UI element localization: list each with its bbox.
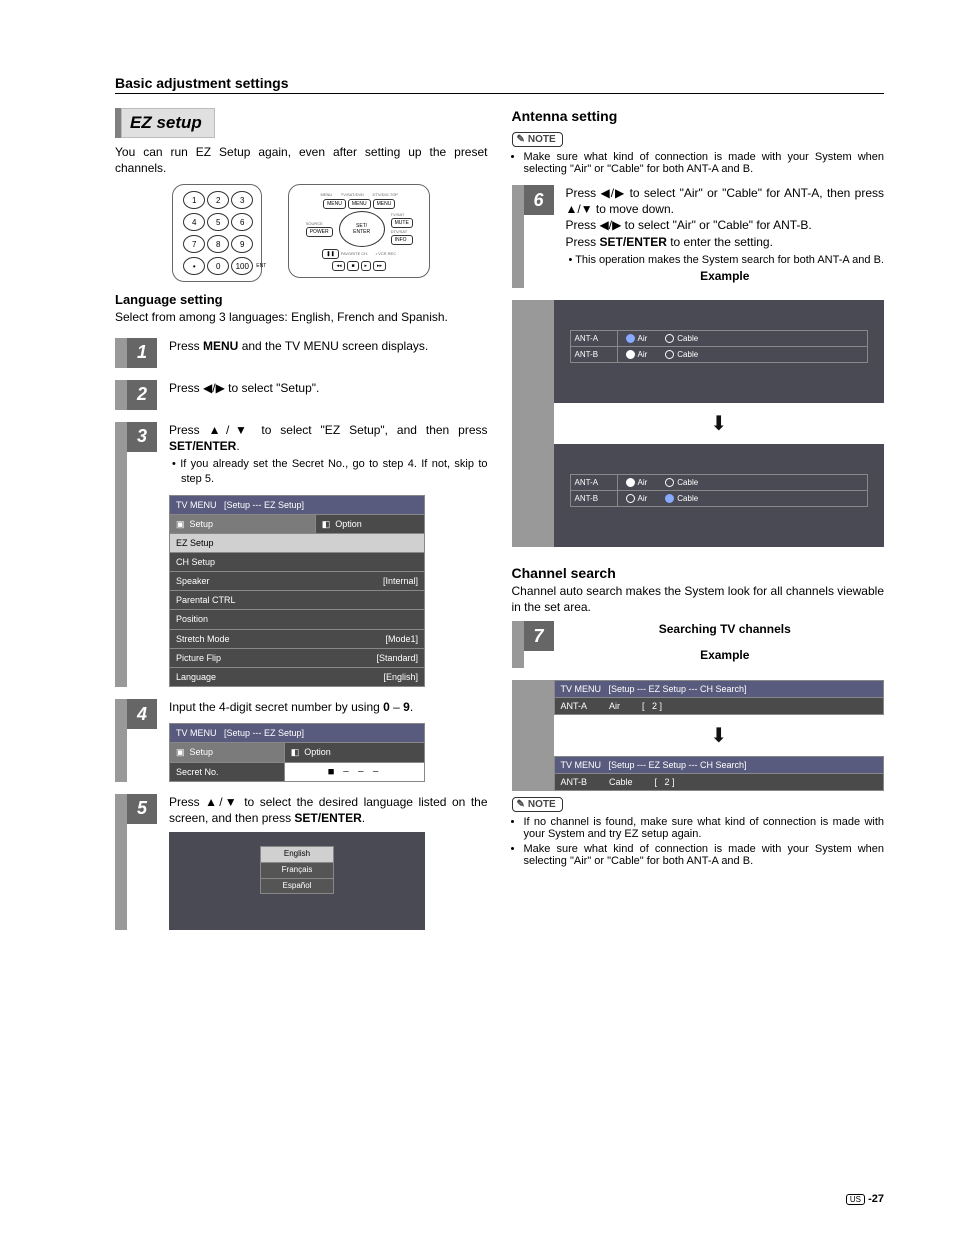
step-tail — [115, 338, 127, 368]
antenna-example-block: ANT-A AirCable ANT-B AirCable ⬇ ANT-A Ai… — [512, 300, 885, 547]
step-number: 1 — [127, 338, 157, 368]
page-number: US -27 — [846, 1193, 884, 1205]
key-3: 3 — [231, 191, 253, 209]
ez-setup-title: EZ setup — [121, 108, 215, 138]
ez-setup-intro: You can run EZ Setup again, even after s… — [115, 144, 488, 176]
step-3: 3 Press ▲/▼ to select "EZ Setup", and th… — [115, 422, 488, 687]
key-0: 0 — [207, 257, 229, 275]
key-6: 6 — [231, 213, 253, 231]
step-7: 7 Searching TV channels Example — [512, 621, 885, 667]
key-8: 8 — [207, 235, 229, 253]
key-4: 4 — [183, 213, 205, 231]
key-9: 9 — [231, 235, 253, 253]
channel-example-block: TV MENU [Setup --- EZ Setup --- CH Searc… — [512, 680, 885, 791]
language-setting-heading: Language setting — [115, 292, 488, 307]
step-5: 5 Press ▲/▼ to select the desired langua… — [115, 794, 488, 931]
key-2: 2 — [207, 191, 229, 209]
language-setting-para: Select from among 3 languages: English, … — [115, 309, 488, 325]
key-1: 1 — [183, 191, 205, 209]
radio-off-icon — [665, 334, 674, 343]
step-body: Press MENU and the TV MENU screen displa… — [169, 338, 488, 354]
step-6: 6 Press ◀/▶ to select "Air" or "Cable" f… — [512, 185, 885, 288]
key-dot: • — [183, 257, 205, 275]
tv-menu-table-step3: TV MENU [Setup --- EZ Setup] ▣ Setup◧ Op… — [169, 495, 425, 687]
left-column: EZ setup You can run EZ Setup again, eve… — [115, 108, 488, 930]
ant-b-row: ANT-B AirCable — [570, 346, 869, 363]
step-2: 2 Press ◀/▶ to select "Setup". — [115, 380, 488, 410]
antenna-panel-top: ANT-A AirCable ANT-B AirCable — [554, 300, 885, 403]
antenna-panel-bottom: ANT-A AirCable ANT-B AirCable — [554, 444, 885, 547]
antenna-heading: Antenna setting — [512, 108, 885, 124]
lang-francais: Français — [260, 862, 334, 879]
down-arrow-icon: ⬇ — [554, 411, 885, 436]
step-4: 4 Input the 4-digit secret number by usi… — [115, 699, 488, 782]
pause-icon: ❚❚ — [322, 249, 338, 259]
note-badge-2: NOTE — [512, 797, 563, 812]
step-1: 1 Press MENU and the TV MENU screen disp… — [115, 338, 488, 368]
example-label: Example — [566, 268, 885, 284]
down-arrow-icon: ⬇ — [554, 723, 885, 748]
channel-search-intro: Channel auto search makes the System loo… — [512, 583, 885, 615]
tv-menu-table-step4: TV MENU [Setup --- EZ Setup] ▣ Setup◧ Op… — [169, 723, 425, 781]
ant-a-row: ANT-A AirCable — [570, 330, 869, 347]
antenna-note: Make sure what kind of connection is mad… — [512, 151, 885, 175]
radio-on-icon — [626, 334, 635, 343]
keypad-diagram: 1 2 3 4 5 6 7 8 9 • 0 100ENT — [172, 184, 262, 282]
lang-espanol: Español — [260, 878, 334, 895]
searching-tv-heading: Searching TV channels — [566, 621, 885, 637]
lang-english: English — [260, 846, 334, 863]
region-badge: US — [846, 1194, 865, 1205]
two-columns: EZ setup You can run EZ Setup again, eve… — [115, 108, 884, 930]
channel-notes: If no channel is found, make sure what k… — [512, 816, 885, 867]
right-column: Antenna setting NOTE Make sure what kind… — [512, 108, 885, 930]
search-bar-ant-b: TV MENU [Setup --- EZ Setup --- CH Searc… — [554, 756, 885, 791]
section-title: Basic adjustment settings — [115, 75, 884, 94]
key-ent-label: ENT — [256, 263, 266, 269]
note-badge: NOTE — [512, 132, 563, 147]
channel-search-heading: Channel search — [512, 565, 885, 581]
search-bar-ant-a: TV MENU [Setup --- EZ Setup --- CH Searc… — [554, 680, 885, 715]
language-panel: English Français Español — [169, 832, 425, 930]
key-5: 5 — [207, 213, 229, 231]
key-100: 100ENT — [231, 257, 253, 275]
remote-illustration: 1 2 3 4 5 6 7 8 9 • 0 100ENT MENU TV/SAT… — [115, 184, 488, 282]
dpad-center: SET/ ENTER — [339, 211, 385, 247]
ez-setup-heading: EZ setup — [115, 108, 488, 138]
key-7: 7 — [183, 235, 205, 253]
dpad-diagram: MENU TV/SAT/DVD DTV/DIG.TOP MENUMENUMENU… — [288, 184, 430, 278]
page: Basic adjustment settings EZ setup You c… — [0, 0, 954, 1235]
